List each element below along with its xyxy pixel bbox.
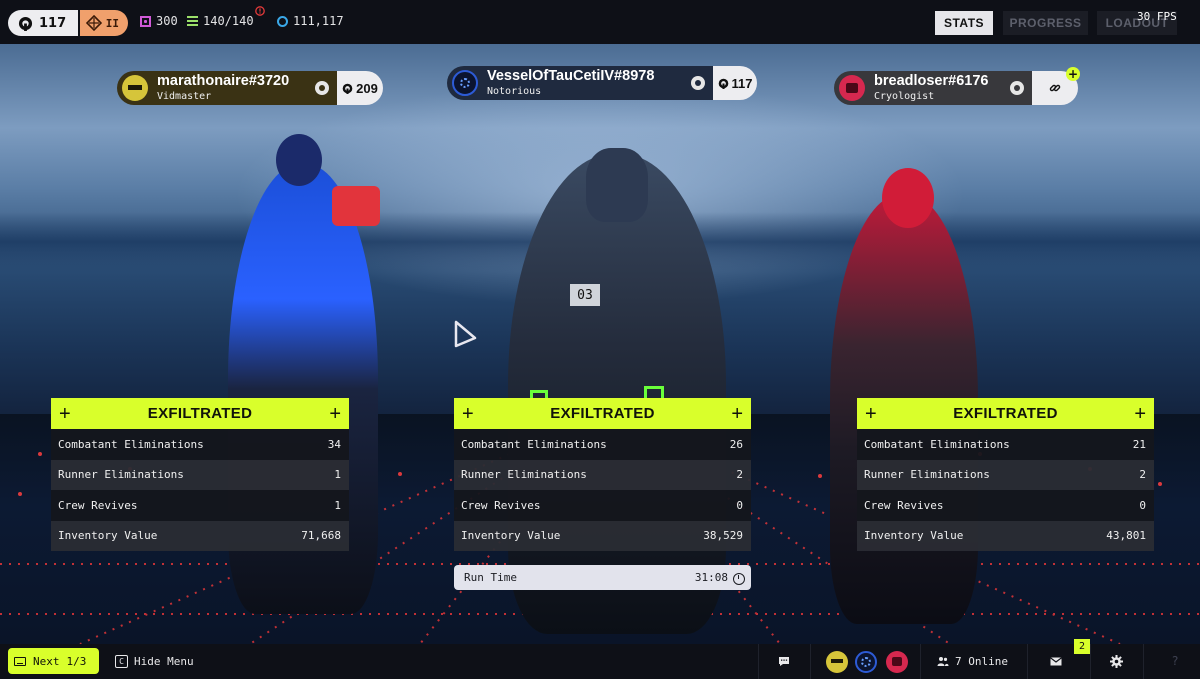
runner-center-chest-plate: 03 bbox=[570, 284, 600, 306]
level-icon bbox=[342, 83, 353, 94]
help-icon[interactable]: ? bbox=[1172, 654, 1178, 668]
credits-value: 111,117 bbox=[293, 14, 344, 28]
clock-icon bbox=[733, 572, 745, 585]
player-title: Cryologist bbox=[874, 90, 935, 102]
character-scene: 03 bbox=[0, 44, 1200, 644]
currency-value: 300 bbox=[156, 14, 178, 28]
mail-badge: 2 bbox=[1074, 639, 1090, 654]
tab-stats[interactable]: STATS bbox=[935, 11, 993, 35]
stat-row: Runner Eliminations 2 bbox=[857, 459, 1154, 490]
avatar bbox=[452, 70, 478, 96]
credits-icon bbox=[277, 15, 288, 27]
steam-icon bbox=[691, 76, 705, 90]
people-icon bbox=[937, 657, 949, 666]
stat-row: Combatant Eliminations 21 bbox=[857, 429, 1154, 460]
rank-numeral: II bbox=[105, 16, 119, 30]
currency-stat: 300 bbox=[140, 14, 178, 28]
party-avatar-2[interactable] bbox=[855, 651, 877, 673]
fps-counter: 30 FPS bbox=[1137, 10, 1177, 23]
key-hint: C bbox=[115, 655, 128, 668]
runner-left-backpack bbox=[332, 186, 380, 226]
currency-icon bbox=[140, 15, 151, 27]
steam-icon bbox=[1010, 81, 1024, 95]
stat-row: Inventory Value 43,801 bbox=[857, 520, 1154, 551]
stats-panel-left: + EXFILTRATED + Combatant Eliminations 34… bbox=[51, 398, 349, 551]
status-label: EXFILTRATED bbox=[550, 405, 655, 422]
stats-panel-right: + EXFILTRATED + Combatant Eliminations 21… bbox=[857, 398, 1154, 551]
capacity-value: 140/140 bbox=[203, 14, 254, 28]
cursor-icon bbox=[454, 320, 477, 348]
link-icon bbox=[1049, 84, 1061, 92]
party-avatar-1[interactable] bbox=[826, 651, 848, 673]
hide-menu-button[interactable]: C Hide Menu bbox=[115, 655, 194, 668]
online-label: 7 Online bbox=[955, 655, 1008, 668]
level-icon bbox=[718, 78, 728, 89]
player-name: VesselOfTauCetiIV#8978 bbox=[487, 68, 655, 85]
next-count: 1/3 bbox=[66, 654, 87, 668]
next-button[interactable]: Next 1/3 bbox=[8, 648, 99, 674]
next-label: Next bbox=[33, 654, 60, 668]
capacity-icon bbox=[187, 15, 198, 27]
player-tag-right[interactable]: breadloser#6176 Cryologist bbox=[834, 71, 1078, 105]
add-friend-icon[interactable]: + bbox=[1066, 67, 1080, 81]
stat-row: Runner Eliminations 2 bbox=[454, 459, 751, 490]
credits-stat: 111,117 bbox=[277, 14, 344, 28]
run-time-value: 31:08 bbox=[694, 571, 728, 584]
player-title: Vidmaster bbox=[157, 90, 212, 102]
status-label: EXFILTRATED bbox=[147, 405, 253, 422]
bottom-bar: Next 1/3 C Hide Menu 7 Online 2 ? bbox=[0, 639, 1200, 679]
stat-row: Crew Revives 0 bbox=[454, 490, 751, 521]
rank-badge[interactable]: II bbox=[80, 10, 128, 36]
stat-row: Crew Revives 1 bbox=[51, 490, 349, 521]
player-level: 209 bbox=[337, 71, 383, 105]
stat-row: Combatant Eliminations 26 bbox=[454, 429, 751, 460]
status-header[interactable]: + EXFILTRATED + bbox=[857, 398, 1154, 429]
top-bar: 117 II 300 140/140 111,117 STATS PROGRES… bbox=[0, 0, 1200, 44]
stat-row: Crew Revives 0 bbox=[857, 490, 1154, 521]
player-title: Notorious bbox=[487, 85, 542, 97]
level-icon bbox=[18, 16, 33, 31]
steam-icon bbox=[315, 81, 329, 95]
stats-panel-center: + EXFILTRATED + Combatant Eliminations 26… bbox=[454, 398, 751, 551]
plus-icon: + bbox=[865, 402, 877, 425]
avatar bbox=[839, 75, 865, 101]
plus-icon: + bbox=[462, 402, 474, 425]
plus-icon: + bbox=[1134, 402, 1146, 425]
status-label: EXFILTRATED bbox=[953, 405, 1058, 422]
online-count[interactable]: 7 Online bbox=[937, 655, 1008, 668]
plus-icon: + bbox=[731, 402, 743, 425]
stat-row: Inventory Value 38,529 bbox=[454, 520, 751, 551]
tab-progress[interactable]: PROGRESS bbox=[1003, 11, 1088, 35]
avatar bbox=[122, 75, 148, 101]
chat-icon[interactable] bbox=[778, 656, 790, 667]
player-name: marathonaire#3720 bbox=[157, 73, 290, 90]
alert-icon bbox=[255, 6, 265, 16]
run-time-bar: Run Time 31:08 bbox=[454, 565, 751, 590]
account-level-pill[interactable]: 117 bbox=[8, 10, 78, 36]
run-time-label: Run Time bbox=[464, 571, 517, 584]
player-tag-left[interactable]: marathonaire#3720 Vidmaster 209 bbox=[117, 71, 383, 105]
rank-chevron-icon bbox=[86, 15, 102, 31]
capacity-stat: 140/140 bbox=[187, 14, 254, 28]
status-header[interactable]: + EXFILTRATED + bbox=[454, 398, 751, 429]
gear-icon[interactable] bbox=[1110, 655, 1123, 668]
stat-row: Inventory Value 71,668 bbox=[51, 520, 349, 551]
player-level: 117 bbox=[713, 66, 757, 100]
status-header[interactable]: + EXFILTRATED + bbox=[51, 398, 349, 429]
keyboard-icon bbox=[14, 656, 26, 666]
account-level: 117 bbox=[39, 15, 67, 31]
mail-icon[interactable] bbox=[1050, 657, 1062, 666]
party-avatar-3[interactable] bbox=[886, 651, 908, 673]
plus-icon: + bbox=[329, 402, 341, 425]
stat-row: Combatant Eliminations 34 bbox=[51, 429, 349, 460]
plus-icon: + bbox=[59, 402, 71, 425]
player-name: breadloser#6176 bbox=[874, 73, 989, 90]
stat-row: Runner Eliminations 1 bbox=[51, 459, 349, 490]
player-tag-center[interactable]: VesselOfTauCetiIV#8978 Notorious 117 bbox=[447, 66, 757, 100]
hide-menu-label: Hide Menu bbox=[134, 655, 194, 668]
